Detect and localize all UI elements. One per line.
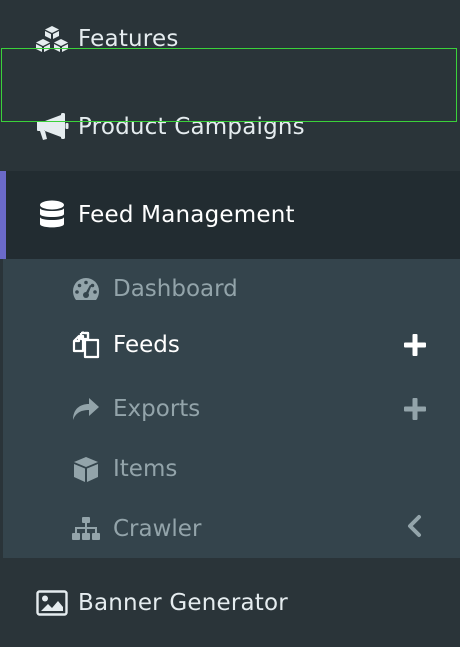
feed-management-submenu: Dashboard Feeds Exports Items Crawler	[0, 259, 460, 558]
chevron-left-icon[interactable]	[400, 511, 430, 541]
database-icon	[34, 197, 70, 233]
sidebar-item-product-campaigns[interactable]: Product Campaigns	[0, 83, 460, 171]
sidebar-item-banner-generator[interactable]: Banner Generator	[0, 559, 460, 647]
megaphone-icon	[34, 109, 70, 145]
submenu-item-label: Exports	[113, 396, 201, 422]
sidebar: Features Product Campaigns Feed Manageme…	[0, 0, 460, 640]
gauge-icon	[71, 274, 101, 304]
submenu-item-feeds[interactable]: Feeds	[0, 307, 460, 383]
submenu-item-label: Items	[113, 456, 178, 482]
cube-icon	[71, 454, 101, 484]
submenu-item-items[interactable]: Items	[0, 439, 460, 499]
image-icon	[34, 585, 70, 621]
sidebar-item-features[interactable]: Features	[0, 0, 460, 83]
sidebar-item-label: Banner Generator	[78, 590, 288, 616]
sidebar-item-label: Features	[78, 26, 179, 52]
submenu-item-label: Dashboard	[113, 276, 238, 302]
submenu-item-label: Feeds	[113, 332, 180, 358]
cubes-icon	[34, 21, 70, 57]
sidebar-item-feed-management[interactable]: Feed Management	[0, 171, 460, 259]
plus-icon[interactable]	[400, 394, 430, 424]
submenu-item-label: Crawler	[113, 516, 202, 542]
sitemap-icon	[71, 514, 101, 544]
sidebar-item-label: Product Campaigns	[78, 114, 305, 140]
submenu-item-exports[interactable]: Exports	[0, 379, 460, 439]
submenu-item-crawler[interactable]: Crawler	[0, 499, 460, 559]
copy-icon	[71, 330, 101, 360]
plus-icon[interactable]	[400, 330, 430, 360]
share-icon	[71, 394, 101, 424]
sidebar-item-label: Feed Management	[78, 202, 295, 228]
